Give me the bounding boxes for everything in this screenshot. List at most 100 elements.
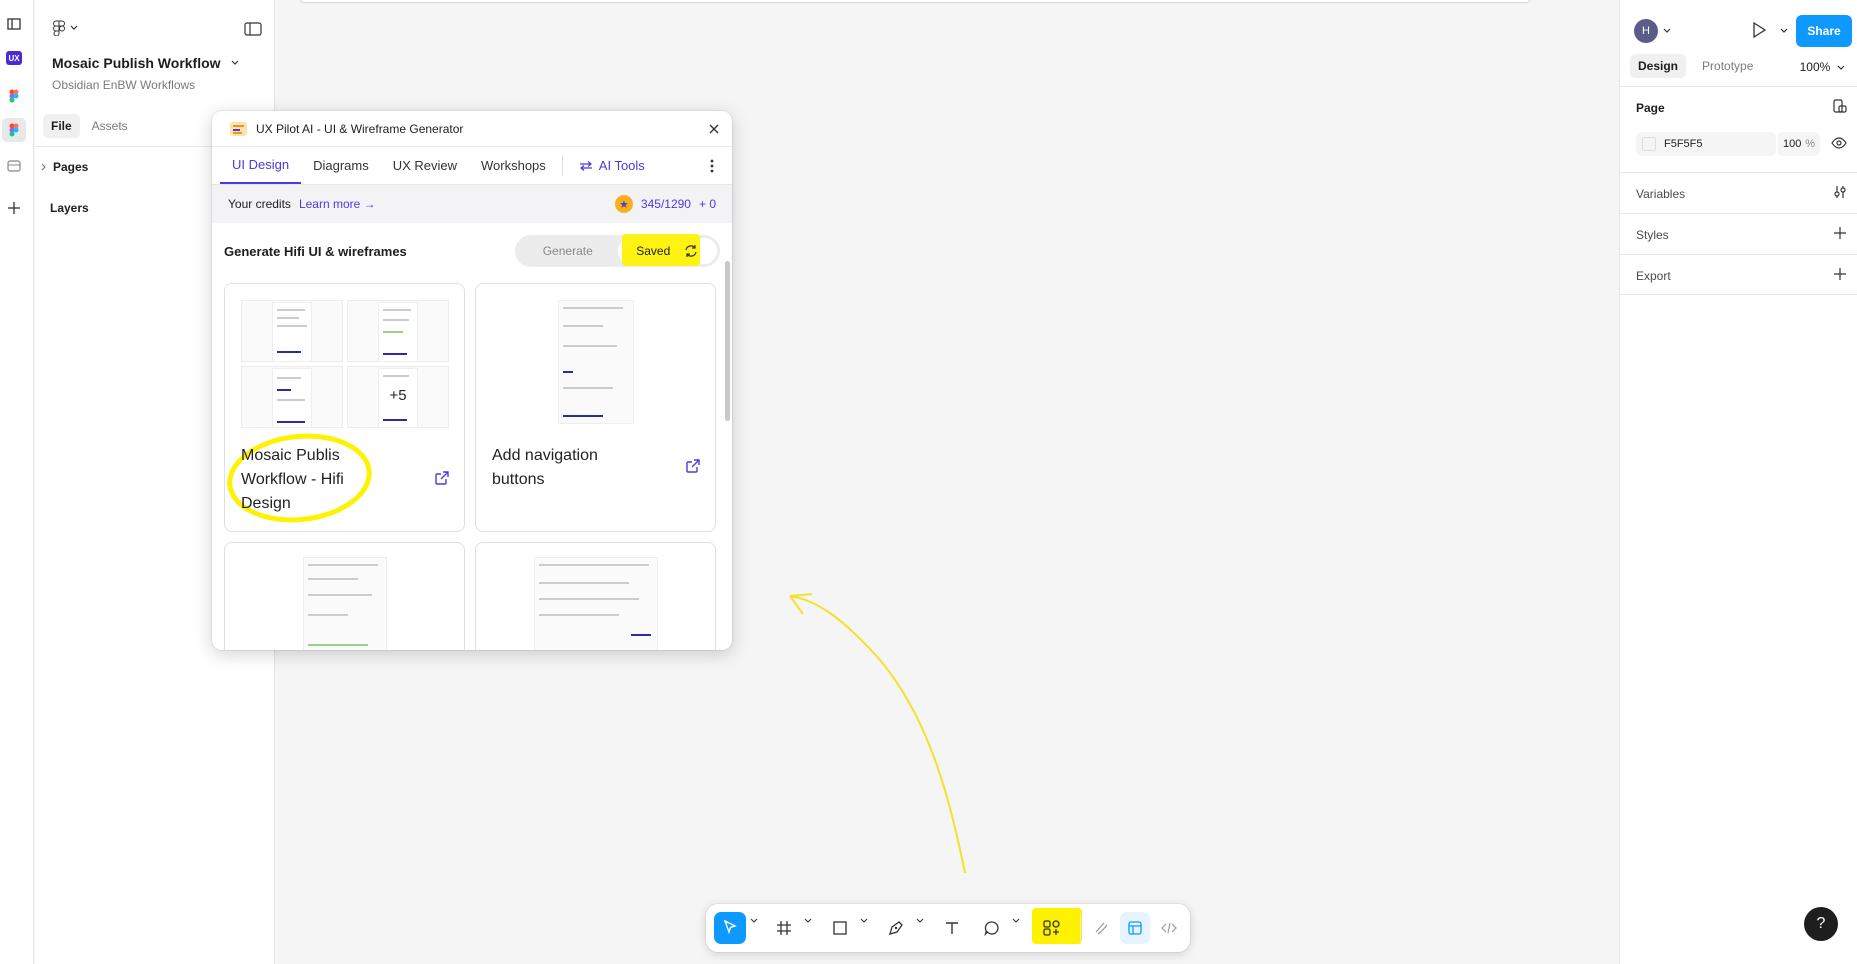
- play-icon[interactable]: [1752, 22, 1766, 38]
- saved-design-card[interactable]: +5 Mosaic Publis Workflow - Hifi Design: [222, 283, 465, 532]
- chevron-down-icon[interactable]: [804, 918, 812, 924]
- plugin-title: UX Pilot AI - UI & Wireframe Generator: [256, 121, 464, 136]
- tab-diagrams[interactable]: Diagrams: [301, 147, 381, 184]
- design-thumbnail: [533, 557, 658, 650]
- file-title-text: Mosaic Publish Workflow: [52, 55, 221, 71]
- zoom-value: 100%: [1799, 60, 1831, 74]
- chevron-down-icon[interactable]: [916, 918, 924, 924]
- design-thumbnail: [241, 366, 343, 428]
- tab-design[interactable]: Design: [1630, 54, 1687, 78]
- refresh-icon[interactable]: [684, 244, 698, 258]
- tab-assets[interactable]: Assets: [84, 114, 136, 138]
- rectangle-icon: [833, 921, 847, 935]
- more-count: +5: [389, 387, 407, 404]
- tab-ux-review[interactable]: UX Review: [381, 147, 469, 184]
- horizontal-scrollbar[interactable]: [300, 0, 1530, 3]
- project-name[interactable]: Obsidian EnBW Workflows: [52, 78, 195, 92]
- tools-toolbar: [706, 904, 1190, 952]
- more-options-icon[interactable]: [710, 147, 724, 184]
- panel-toggle-icon[interactable]: [244, 22, 262, 39]
- code-icon: [1161, 922, 1177, 934]
- chevron-down-icon: [1837, 65, 1845, 70]
- window-icon[interactable]: [2, 12, 26, 36]
- text-tool[interactable]: [936, 912, 968, 944]
- saved-design-card[interactable]: Add navigation buttons: [475, 283, 716, 532]
- color-swatch[interactable]: [1642, 137, 1656, 151]
- chevron-down-icon: [231, 60, 238, 65]
- ux-pilot-icon[interactable]: UX: [2, 46, 26, 70]
- comment-tool[interactable]: [976, 912, 1008, 944]
- tab-ui-design[interactable]: UI Design: [220, 147, 302, 184]
- plugin-scrollbar[interactable]: [725, 261, 730, 421]
- generate-toggle-option[interactable]: Generate: [518, 238, 618, 264]
- pages-label: Pages: [53, 160, 89, 174]
- saved-design-card[interactable]: [224, 542, 465, 650]
- tab-ai-tools[interactable]: AI Tools: [567, 147, 657, 184]
- tab-prototype[interactable]: Prototype: [1694, 54, 1761, 78]
- design-mode-toggle[interactable]: [1120, 912, 1150, 944]
- credits-label: Your credits: [228, 197, 291, 211]
- learn-more-link[interactable]: Learn more →: [299, 197, 376, 211]
- pen-tool[interactable]: [880, 912, 912, 944]
- design-thumbnail: [241, 300, 343, 362]
- design-mode-icon: [1128, 921, 1142, 935]
- help-button[interactable]: ?: [1804, 907, 1838, 941]
- page-section-title: Page: [1636, 101, 1665, 115]
- zoom-control[interactable]: 100%: [1800, 60, 1845, 74]
- tab-file[interactable]: File: [43, 114, 80, 138]
- plugin-rail: UX: [0, 0, 34, 964]
- saved-design-card[interactable]: [475, 542, 716, 650]
- page-opacity-input[interactable]: 100 %: [1778, 132, 1820, 156]
- page-settings-icon[interactable]: [1833, 99, 1847, 113]
- saved-label: Saved: [636, 244, 671, 258]
- figma-logo-icon: [53, 20, 65, 36]
- card-title: Mosaic Publis Workflow - Hifi Design: [241, 447, 344, 512]
- external-link-icon[interactable]: [434, 470, 450, 486]
- pages-section[interactable]: Pages: [41, 160, 88, 174]
- add-export-icon[interactable]: [1833, 267, 1847, 281]
- external-link-icon[interactable]: [685, 458, 701, 474]
- design-thumbnail: [302, 557, 387, 650]
- eye-icon[interactable]: [1831, 137, 1847, 149]
- saved-toggle-option[interactable]: Saved: [617, 234, 717, 266]
- draw-icon: [1095, 922, 1108, 935]
- file-title[interactable]: Mosaic Publish Workflow: [52, 55, 239, 71]
- chevron-down-icon[interactable]: [1663, 28, 1671, 34]
- opacity-unit: %: [1805, 138, 1815, 150]
- avatar[interactable]: H: [1634, 19, 1658, 43]
- generate-heading: Generate Hifi UI & wireframes: [224, 243, 407, 259]
- draw-tool[interactable]: [1086, 912, 1118, 944]
- card-title: Add navigation buttons: [492, 447, 598, 488]
- page-color-input[interactable]: F5F5F5: [1636, 132, 1776, 156]
- frame-tool[interactable]: [768, 912, 800, 944]
- add-icon[interactable]: [2, 196, 26, 220]
- main-menu-button[interactable]: [52, 20, 78, 36]
- figma-plugin-icon[interactable]: [2, 118, 26, 142]
- add-style-icon[interactable]: [1833, 226, 1847, 240]
- ux-pilot-plugin-window: UX Pilot AI - UI & Wireframe Generator U…: [212, 111, 732, 650]
- apps-plus-icon: [1043, 920, 1060, 936]
- layers-section: Layers: [50, 201, 89, 215]
- ux-pilot-logo-icon: [230, 121, 247, 136]
- page-color-value: F5F5F5: [1664, 138, 1703, 150]
- share-button[interactable]: Share: [1796, 15, 1852, 47]
- figma-icon[interactable]: [2, 84, 26, 108]
- generate-saved-toggle[interactable]: Generate Saved: [515, 234, 720, 267]
- components-icon[interactable]: [2, 154, 26, 178]
- design-thumbnail: +5: [347, 366, 449, 428]
- actions-tool[interactable]: [1036, 912, 1068, 944]
- credits-value: 345/1290: [640, 197, 691, 211]
- chevron-down-icon: [70, 25, 78, 30]
- chevron-down-icon[interactable]: [750, 918, 758, 924]
- chevron-down-icon[interactable]: [1780, 28, 1788, 34]
- variables-icon[interactable]: [1833, 185, 1847, 199]
- dev-mode-toggle[interactable]: [1154, 912, 1184, 944]
- comment-icon: [984, 921, 999, 936]
- close-icon[interactable]: [708, 123, 720, 135]
- move-tool[interactable]: [714, 912, 746, 944]
- tab-workshops[interactable]: Workshops: [469, 147, 558, 184]
- pen-icon: [889, 921, 903, 935]
- rectangle-tool[interactable]: [824, 912, 856, 944]
- chevron-down-icon[interactable]: [860, 918, 868, 924]
- chevron-down-icon[interactable]: [1012, 918, 1020, 924]
